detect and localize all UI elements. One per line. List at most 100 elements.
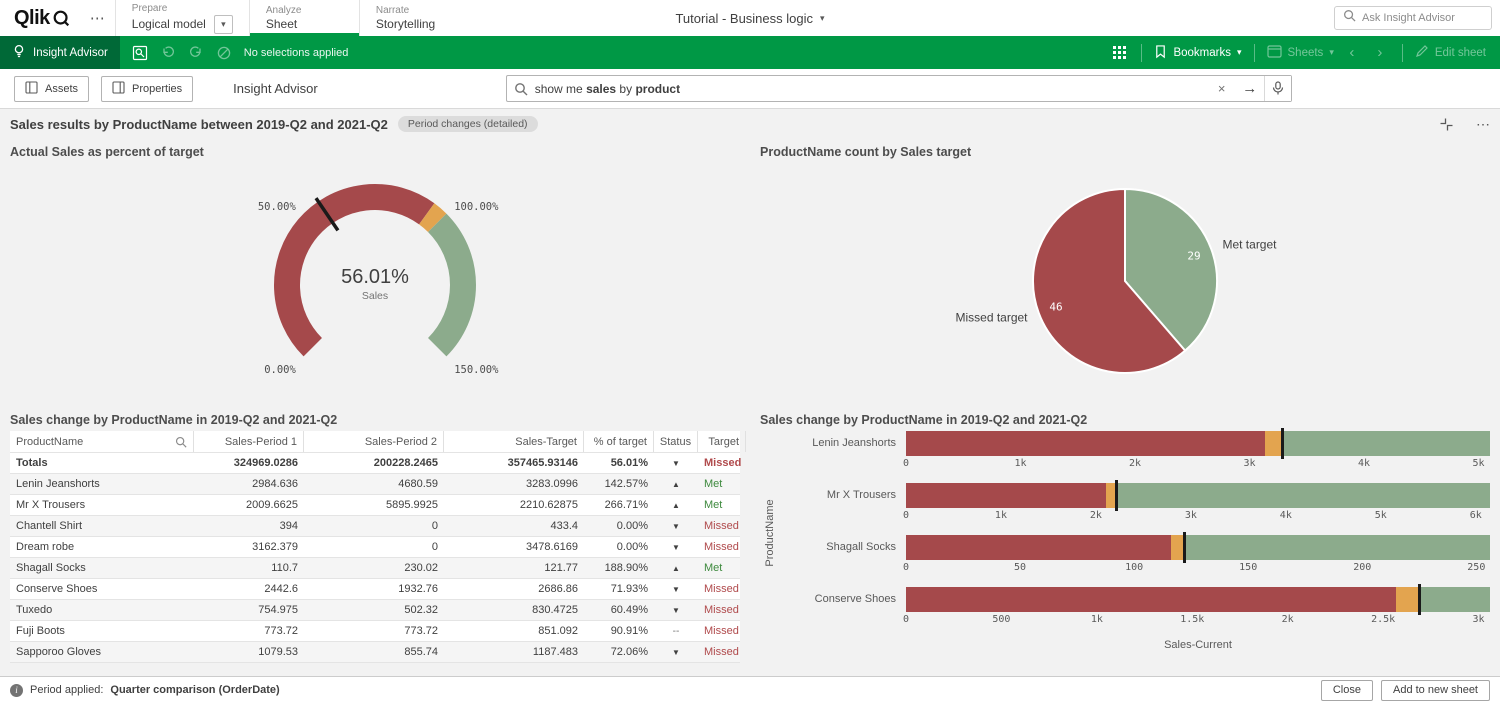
column-header[interactable]: % of target (584, 431, 654, 452)
axis-tick-label: 100 (1125, 562, 1143, 573)
bookmarks-button[interactable]: Bookmarks ▾ (1150, 44, 1245, 62)
properties-button[interactable]: Properties (101, 76, 193, 102)
status-cell: ▲ (654, 501, 698, 510)
insight-advisor-toggle-label: Insight Advisor (33, 47, 108, 59)
app-navigation-grid-icon[interactable] (1105, 45, 1133, 60)
sheets-button[interactable]: Sheets ▾ (1263, 45, 1338, 61)
bullet-category-label[interactable]: Shagall Socks (778, 535, 906, 575)
table-row: Shagall Socks110.7230.02121.77188.90%▲Me… (10, 558, 740, 579)
properties-label: Properties (132, 83, 182, 95)
submit-query-icon[interactable]: → (1236, 80, 1264, 97)
value-cell: 3162.379 (194, 541, 304, 553)
bullet-category-label[interactable]: Lenin Jeanshorts (778, 431, 906, 471)
sales-percent-of-target-gauge[interactable]: 0.00%50.00%100.00%150.00%56.01%Sales (155, 163, 595, 387)
nav-narrate-text: Storytelling (376, 17, 435, 31)
app-title: Tutorial - Business logic (675, 11, 813, 26)
value-cell: 1187.483 (444, 646, 584, 658)
bullet-row: Lenin Jeanshorts01k2k3k4k5k (778, 431, 1490, 471)
table-row: Fuji Boots773.72773.72851.09290.91%--Mis… (10, 621, 740, 642)
info-icon[interactable]: i (10, 684, 23, 697)
status-cell: ▼ (654, 543, 698, 552)
search-query[interactable]: show me sales by product (535, 82, 1208, 96)
target-count-pie-chart[interactable]: 29Met target46Missed target (875, 163, 1375, 391)
app-title-menu[interactable]: Tutorial - Business logic ▾ (675, 0, 824, 36)
status-cell: -- (654, 626, 698, 637)
product-name-cell[interactable]: Sapporoo Gloves (10, 646, 194, 658)
table-row: Totals324969.0286200228.2465357465.93146… (10, 453, 740, 474)
nav-analyze-sheet[interactable]: Analyze Sheet (249, 0, 359, 36)
pie-slice-label: Met target (1222, 238, 1277, 252)
bullet-category-label[interactable]: Mr X Trousers (778, 483, 906, 523)
gauge-tick-label: 100.00% (454, 201, 499, 213)
table-row: Mr X Trousers2009.66255895.99252210.6287… (10, 495, 740, 516)
product-name-cell[interactable]: Conserve Shoes (10, 583, 194, 595)
product-name-cell[interactable]: Dream robe (10, 541, 194, 553)
ask-insight-advisor-search[interactable]: Ask Insight Advisor (1334, 6, 1492, 30)
selections-tool-icon[interactable] (126, 36, 154, 69)
chevron-down-icon: ▾ (820, 13, 825, 24)
qlik-logo[interactable]: Qlik (0, 0, 80, 36)
add-to-new-sheet-button[interactable]: Add to new sheet (1381, 680, 1490, 701)
table-row: Lenin Jeanshorts2984.6364680.593283.0996… (10, 474, 740, 495)
previous-sheet-icon[interactable]: ‹ (1338, 44, 1366, 61)
nav-prepare-group: Prepare (132, 3, 233, 14)
charts-grid: Actual Sales as percent of target 0.00%5… (0, 139, 1500, 676)
axis-tick-label: 0 (903, 562, 909, 573)
step-forward-icon[interactable] (182, 36, 210, 69)
value-cell: 754.975 (194, 604, 304, 616)
microphone-icon[interactable] (1264, 76, 1291, 101)
nav-analyze-text: Sheet (266, 17, 297, 31)
bullet-bar[interactable] (906, 483, 1490, 508)
column-header[interactable]: Status (654, 431, 698, 452)
status-cell: ▼ (654, 522, 698, 531)
insight-advisor-query-input[interactable]: show me sales by product × → (506, 75, 1292, 102)
bookmarks-label: Bookmarks (1173, 47, 1231, 59)
bullet-bar[interactable] (906, 587, 1490, 612)
assets-button[interactable]: Assets (14, 76, 89, 102)
nav-prepare-logical-model[interactable]: Prepare Logical model ▾ (115, 0, 249, 36)
axis-tick-label: 1k (995, 510, 1007, 521)
value-cell: 0.00% (584, 541, 654, 553)
product-name-cell[interactable]: Fuji Boots (10, 625, 194, 637)
pie-title: ProductName count by Sales target (760, 145, 1490, 159)
status-cell: ▼ (654, 648, 698, 657)
column-header[interactable]: Sales-Period 2 (304, 431, 444, 452)
bullet-axis: 01k2k3k4k5k (906, 456, 1490, 471)
product-name-cell[interactable]: Mr X Trousers (10, 499, 194, 511)
search-icon (507, 82, 535, 96)
step-back-icon[interactable] (154, 36, 182, 69)
column-header[interactable]: Target (698, 431, 746, 452)
axis-tick-label: 200 (1353, 562, 1371, 573)
edit-sheet-button[interactable]: Edit sheet (1411, 44, 1490, 61)
clear-selections-icon[interactable] (210, 36, 238, 69)
insight-advisor-panel-title: Insight Advisor (233, 81, 318, 96)
product-name-cell[interactable]: Lenin Jeanshorts (10, 478, 194, 490)
nav-narrate-storytelling[interactable]: Narrate Storytelling (359, 0, 469, 36)
product-name-cell[interactable]: Shagall Socks (10, 562, 194, 574)
next-sheet-icon[interactable]: › (1366, 44, 1394, 61)
pie-panel: ProductName count by Sales target 29Met … (750, 139, 1500, 407)
results-more-button[interactable]: ⋯ (1476, 116, 1490, 133)
value-cell: 433.4 (444, 520, 584, 532)
column-header[interactable]: Sales-Period 1 (194, 431, 304, 452)
column-search-icon[interactable] (175, 436, 187, 448)
product-name-cell[interactable]: Tuxedo (10, 604, 194, 616)
bullet-bar[interactable] (906, 535, 1490, 560)
column-header[interactable]: ProductName (10, 431, 194, 452)
close-button[interactable]: Close (1321, 680, 1373, 701)
qlik-q-mark-icon (53, 10, 70, 27)
product-name-cell[interactable]: Totals (10, 457, 194, 469)
axis-tick-label: 1k (1014, 458, 1026, 469)
value-cell: 71.93% (584, 583, 654, 595)
column-header[interactable]: Sales-Target (444, 431, 584, 452)
clear-query-icon[interactable]: × (1208, 81, 1236, 96)
bullet-x-axis-label: Sales-Current (906, 639, 1490, 651)
bullet-bar[interactable] (906, 431, 1490, 456)
insight-advisor-toggle[interactable]: Insight Advisor (0, 36, 120, 69)
global-menu-button[interactable]: ⋯ (80, 0, 115, 36)
product-name-cell[interactable]: Chantell Shirt (10, 520, 194, 532)
results-title: Sales results by ProductName between 201… (10, 117, 388, 132)
bullet-category-label[interactable]: Conserve Shoes (778, 587, 906, 627)
collapse-icon[interactable] (1432, 117, 1460, 132)
logical-model-dropdown-button[interactable]: ▾ (214, 15, 233, 34)
